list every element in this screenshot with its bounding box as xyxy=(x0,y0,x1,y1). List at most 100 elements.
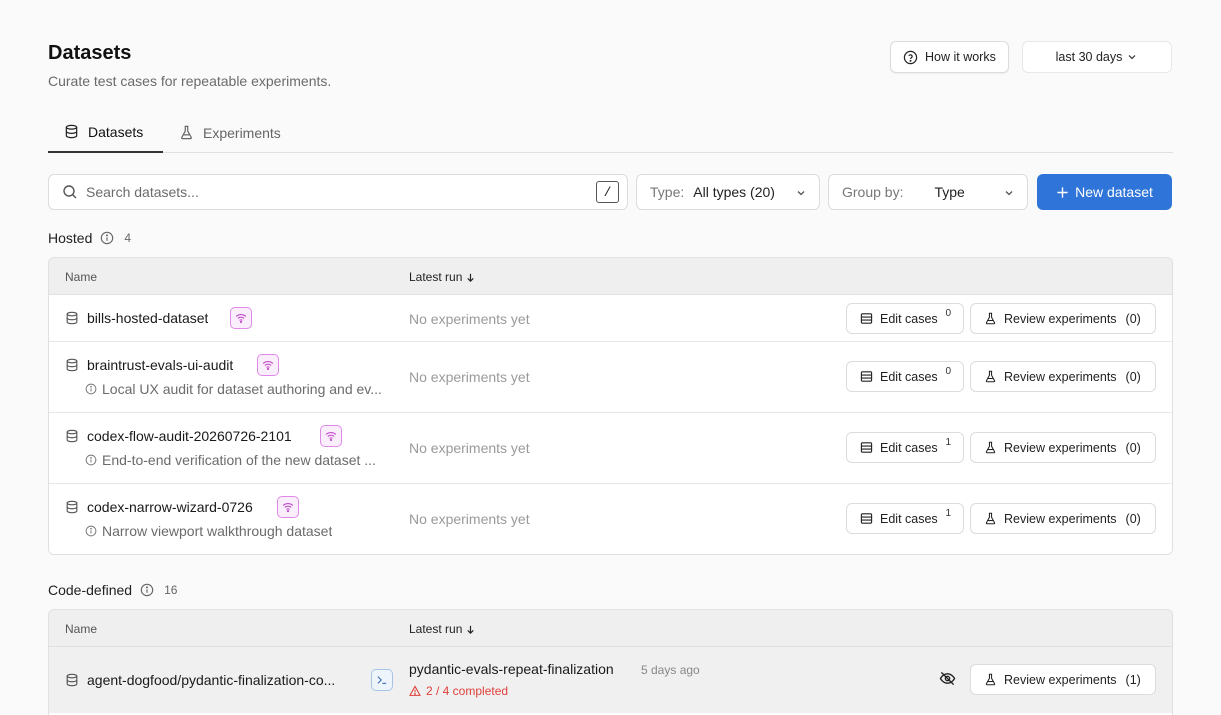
review-experiments-button[interactable]: Review experiments (0) xyxy=(970,503,1156,534)
info-icon xyxy=(85,454,97,466)
hosted-section-title: Hosted xyxy=(48,230,93,246)
group-by-select[interactable]: Group by: Type xyxy=(828,174,1028,210)
database-icon xyxy=(66,358,78,372)
database-icon xyxy=(66,500,78,514)
dataset-name[interactable]: braintrust-evals-ui-audit xyxy=(87,357,233,373)
edit-cases-count: 1 xyxy=(945,508,951,519)
page-title: Datasets xyxy=(48,42,132,64)
info-icon xyxy=(85,525,97,537)
hosted-section-header: Hosted 4 xyxy=(48,230,131,246)
search-input[interactable] xyxy=(86,184,566,200)
review-experiments-count: (0) xyxy=(1125,369,1141,384)
eye-off-icon[interactable] xyxy=(939,670,956,692)
info-icon[interactable] xyxy=(100,231,114,245)
column-header-latest-run[interactable]: Latest run xyxy=(409,622,476,636)
run-status-text: 2 / 4 completed xyxy=(426,684,509,698)
edit-cases-count: 0 xyxy=(945,366,951,377)
review-experiments-button[interactable]: Review experiments (0) xyxy=(970,432,1156,463)
latest-run-text: No experiments yet xyxy=(409,511,530,527)
edit-cases-count: 1 xyxy=(945,437,951,448)
how-it-works-button[interactable]: How it works xyxy=(890,41,1009,73)
table-row[interactable]: codex-narrow-wizard-0726 Narrow viewport… xyxy=(49,484,1172,554)
terminal-icon xyxy=(377,676,387,684)
tab-experiments[interactable]: Experiments xyxy=(179,112,281,153)
table-row[interactable]: agent-dogfood/pydantic-finalization-co..… xyxy=(49,647,1172,713)
dataset-description-text: End-to-end verification of the new datas… xyxy=(102,452,376,468)
column-header-latest-run-label: Latest run xyxy=(409,270,463,284)
dataset-description: Local UX audit for dataset authoring and… xyxy=(85,381,395,397)
search-icon xyxy=(63,185,77,199)
hosted-badge xyxy=(277,496,299,518)
review-experiments-label: Review experiments xyxy=(1004,369,1117,384)
search-box[interactable]: / xyxy=(48,174,628,210)
dataset-name[interactable]: codex-narrow-wizard-0726 xyxy=(87,499,253,515)
hosted-table: Name Latest run bills-hosted-dataset No … xyxy=(48,257,1173,555)
tab-datasets[interactable]: Datasets xyxy=(48,112,163,153)
review-experiments-count: (0) xyxy=(1125,440,1141,455)
edit-cases-button[interactable]: Edit cases 0 xyxy=(846,361,964,392)
beaker-icon xyxy=(985,370,996,383)
type-filter-select[interactable]: Type: All types (20) xyxy=(636,174,820,210)
edit-cases-label: Edit cases xyxy=(880,511,938,526)
latest-run-time: 5 days ago xyxy=(641,663,700,677)
beaker-icon xyxy=(985,312,996,325)
review-experiments-button[interactable]: Review experiments (1) xyxy=(970,664,1156,695)
type-filter-label: Type: xyxy=(650,184,685,200)
review-experiments-count: (0) xyxy=(1125,511,1141,526)
info-icon[interactable] xyxy=(140,583,154,597)
code-defined-section-header: Code-defined 16 xyxy=(48,582,177,598)
how-it-works-label: How it works xyxy=(925,50,996,64)
date-range-label: last 30 days xyxy=(1055,50,1123,64)
dataset-description-text: Local UX audit for dataset authoring and… xyxy=(102,381,382,397)
table-icon xyxy=(860,371,873,382)
dataset-name[interactable]: bills-hosted-dataset xyxy=(87,310,208,326)
database-icon xyxy=(66,673,78,687)
code-defined-section-title: Code-defined xyxy=(48,582,133,598)
hosted-count: 4 xyxy=(124,231,132,245)
table-icon xyxy=(860,442,873,453)
wifi-icon xyxy=(262,361,274,371)
latest-run-text: No experiments yet xyxy=(409,369,530,385)
run-status: 2 / 4 completed xyxy=(409,684,508,698)
new-dataset-button[interactable]: New dataset xyxy=(1037,174,1172,210)
latest-run-name[interactable]: pydantic-evals-repeat-finalization xyxy=(409,661,614,677)
date-range-dropdown[interactable]: last 30 days xyxy=(1022,41,1172,73)
review-experiments-label: Review experiments xyxy=(1004,672,1117,687)
code-defined-table: Name Latest run agent-dogfood/pydantic-f… xyxy=(48,609,1173,715)
help-circle-icon xyxy=(903,50,918,64)
table-row[interactable]: bills-hosted-dataset No experiments yet … xyxy=(49,295,1172,342)
wifi-icon xyxy=(282,503,294,513)
edit-cases-count: 0 xyxy=(945,308,951,319)
wifi-icon xyxy=(235,314,247,324)
plus-icon xyxy=(1057,186,1068,198)
database-icon xyxy=(66,429,78,443)
code-defined-count: 16 xyxy=(164,583,178,597)
edit-cases-button[interactable]: Edit cases 0 xyxy=(846,303,964,334)
chevron-down-icon xyxy=(1128,55,1136,60)
edit-cases-button[interactable]: Edit cases 1 xyxy=(846,503,964,534)
table-header: Name Latest run xyxy=(49,258,1172,295)
beaker-icon xyxy=(985,673,996,686)
edit-cases-button[interactable]: Edit cases 1 xyxy=(846,432,964,463)
review-experiments-label: Review experiments xyxy=(1004,511,1117,526)
column-header-name[interactable]: Name xyxy=(65,622,97,636)
dataset-description: End-to-end verification of the new datas… xyxy=(85,452,395,468)
edit-cases-label: Edit cases xyxy=(880,311,938,326)
hosted-badge xyxy=(257,354,279,376)
table-row[interactable]: codex-flow-audit-20260726-2101 End-to-en… xyxy=(49,413,1172,484)
column-header-name[interactable]: Name xyxy=(65,270,97,284)
table-icon xyxy=(860,513,873,524)
review-experiments-button[interactable]: Review experiments (0) xyxy=(970,303,1156,334)
table-header: Name Latest run xyxy=(49,610,1172,647)
dataset-name[interactable]: codex-flow-audit-20260726-2101 xyxy=(87,428,292,444)
column-header-latest-run[interactable]: Latest run xyxy=(409,270,476,284)
dataset-description-text: Narrow viewport walkthrough dataset xyxy=(102,523,333,539)
dataset-name[interactable]: agent-dogfood/pydantic-finalization-co..… xyxy=(87,672,363,688)
beaker-icon xyxy=(985,441,996,454)
table-icon xyxy=(860,313,873,324)
review-experiments-button[interactable]: Review experiments (0) xyxy=(970,361,1156,392)
latest-run-text: No experiments yet xyxy=(409,440,530,456)
code-badge xyxy=(371,669,393,691)
table-row[interactable]: braintrust-evals-ui-audit Local UX audit… xyxy=(49,342,1172,413)
group-by-value: Type xyxy=(934,184,965,200)
